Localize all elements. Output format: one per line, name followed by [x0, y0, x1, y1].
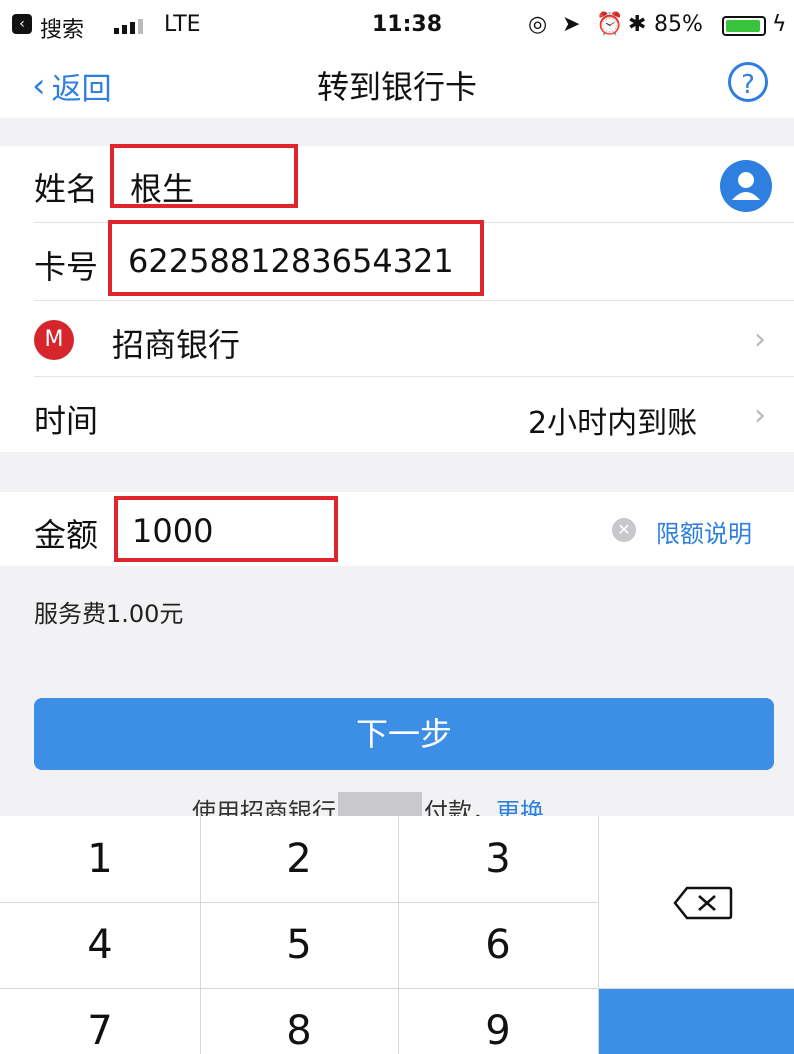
- key-8[interactable]: 8: [200, 1008, 398, 1054]
- limit-info-link[interactable]: 限额说明: [656, 514, 752, 549]
- change-payment-link[interactable]: 更换: [496, 792, 544, 816]
- status-bar: ‹ 搜索 LTE 11:38 ◎ ➤ ⏰ ✱ 85% ϟ: [0, 0, 794, 50]
- signal-icon: [114, 18, 154, 34]
- location-icon: ➤: [562, 12, 581, 37]
- backspace-icon: [673, 886, 733, 920]
- card-number-input[interactable]: 6225881283654321: [128, 242, 454, 280]
- amount-section: 金额 1000 ✕ 限额说明: [0, 492, 794, 566]
- payment-method-line: 使用招商银行 付款， 更换: [0, 790, 794, 816]
- divider: [34, 300, 794, 301]
- fee-row: 服务费1.00元: [0, 566, 794, 644]
- backspace-key[interactable]: [599, 816, 794, 988]
- time-value[interactable]: 2小时内到账: [528, 398, 697, 442]
- back-app-label[interactable]: 搜索: [40, 12, 84, 44]
- key-2[interactable]: 2: [200, 836, 398, 882]
- confirm-key[interactable]: [599, 989, 794, 1054]
- divider: [34, 376, 794, 377]
- lock-rotation-icon: ◎: [528, 12, 548, 37]
- battery-percent: 85%: [654, 12, 703, 37]
- alarm-icon: ⏰: [596, 12, 624, 37]
- clock: 11:38: [372, 12, 443, 37]
- masked-card-block: [338, 792, 422, 816]
- chevron-right-icon: ›: [754, 322, 766, 357]
- payment-suffix: 付款，: [424, 798, 496, 816]
- charging-icon: ϟ: [772, 12, 787, 37]
- card-label: 卡号: [34, 248, 99, 286]
- back-to-app-icon[interactable]: ‹: [12, 14, 32, 34]
- amount-label: 金额: [34, 516, 99, 554]
- clear-icon[interactable]: ✕: [612, 518, 636, 542]
- payment-prefix: 使用招商银行: [192, 798, 336, 816]
- key-9[interactable]: 9: [398, 1008, 598, 1054]
- battery-icon: [722, 16, 766, 36]
- keypad-divider: [0, 902, 598, 903]
- bank-logo-icon: M: [34, 320, 74, 360]
- bank-name[interactable]: 招商银行: [112, 320, 240, 366]
- name-input[interactable]: 根生: [130, 164, 194, 210]
- next-step-button[interactable]: 下一步: [34, 698, 774, 770]
- numeric-keypad: 1 2 3 4 5 6 7 8 9: [0, 816, 794, 1054]
- name-label: 姓名: [34, 170, 99, 208]
- key-3[interactable]: 3: [398, 836, 598, 882]
- chevron-right-icon: ›: [754, 398, 766, 433]
- amount-input[interactable]: 1000: [132, 512, 213, 550]
- service-fee-text: 服务费1.00元: [34, 600, 184, 628]
- nav-bar: ‹ 返回 转到银行卡 ?: [0, 50, 794, 118]
- time-label: 时间: [34, 402, 99, 440]
- recipient-section: 姓名 根生 卡号 6225881283654321 M 招商银行 › 时间 2小…: [0, 144, 794, 452]
- key-4[interactable]: 4: [0, 922, 200, 968]
- help-icon[interactable]: ?: [728, 62, 768, 102]
- contact-icon[interactable]: [720, 160, 772, 212]
- carrier-label: LTE: [164, 12, 201, 37]
- key-1[interactable]: 1: [0, 836, 200, 882]
- page-title: 转到银行卡: [316, 68, 477, 106]
- bluetooth-icon: ✱: [628, 12, 647, 37]
- key-7[interactable]: 7: [0, 1008, 200, 1054]
- key-6[interactable]: 6: [398, 922, 598, 968]
- key-5[interactable]: 5: [200, 922, 398, 968]
